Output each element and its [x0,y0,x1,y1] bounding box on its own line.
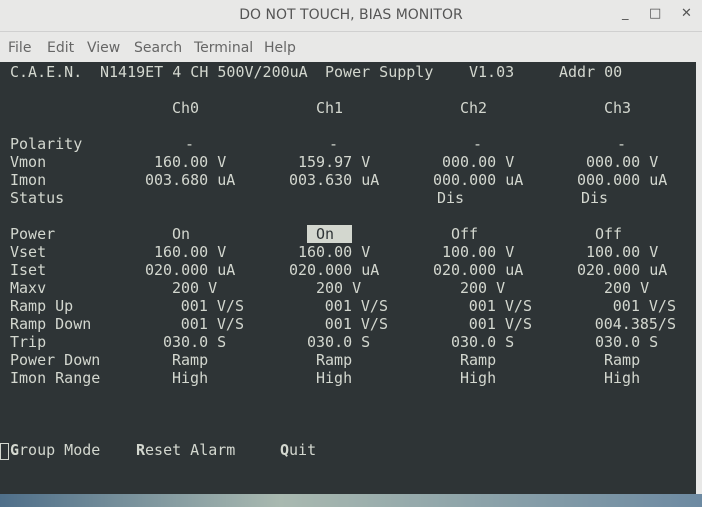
row-label: Vset [10,243,47,261]
cell-value[interactable]: High [604,369,640,387]
cell-value[interactable]: 003.680 uA [145,171,235,189]
channel-header-1: Ch1 [316,99,344,117]
cell-value[interactable]: Ramp [604,351,640,369]
row-label: Polarity [10,135,83,153]
channel-header-3: Ch3 [604,99,632,117]
cell-value[interactable]: 000.000 uA [433,171,523,189]
header-maker: C.A.E.N. [10,63,83,81]
cell-value[interactable]: 160.00 V [298,243,370,261]
minimize-button[interactable]: _ [622,6,629,21]
cell-value[interactable]: 030.0 S [307,333,370,351]
cell-value[interactable]: 160.00 V [154,243,226,261]
cell-value[interactable]: 020.000 uA [289,261,379,279]
menu-terminal[interactable]: Terminal [194,40,253,56]
cell-value[interactable]: 000.000 uA [577,171,667,189]
cell-value[interactable]: High [172,369,208,387]
terminal-cursor [0,443,9,460]
cell-value[interactable]: 001 V/S [325,315,388,333]
row-label: Imon [10,171,47,189]
cell-value[interactable]: 020.000 uA [433,261,523,279]
terminal[interactable]: C.A.E.N. N1419ET 4 CH 500V/200uA Power S… [0,62,696,494]
row-label: Maxv [10,279,47,297]
cell-value[interactable]: Dis [437,189,464,207]
command-quit[interactable]: Quit [280,441,316,459]
cell-value[interactable]: 030.0 S [163,333,226,351]
scrollbar[interactable] [696,62,702,494]
selected-cell[interactable]: On [307,225,353,243]
title-bar: DO NOT TOUCH, BIAS MONITOR _ □ ✕ [0,0,702,32]
header-product: Power Supply [325,63,434,81]
cell-value[interactable]: 030.0 S [595,333,658,351]
cell-value[interactable]: High [460,369,496,387]
cell-value[interactable]: High [316,369,352,387]
cell-value[interactable]: - [473,135,482,153]
row-label: Trip [10,333,47,351]
cell-value[interactable]: 160.00 V [154,153,226,171]
cell-value[interactable]: 200 V [460,279,505,297]
channel-header-2: Ch2 [460,99,488,117]
cell-value[interactable]: 004.385/S [595,315,676,333]
cell-value[interactable]: 001 V/S [469,297,532,315]
window-title: DO NOT TOUCH, BIAS MONITOR [239,7,463,23]
header-model: N1419ET 4 CH 500V/200uA [100,63,308,81]
cell-value[interactable]: 001 V/S [613,297,676,315]
cell-value[interactable]: - [185,135,194,153]
menu-help[interactable]: Help [264,40,296,56]
header-version: V1.03 [469,63,515,81]
cell-value[interactable]: Off [451,225,478,243]
cell-value[interactable]: 001 V/S [181,297,244,315]
cell-value[interactable]: 020.000 uA [145,261,235,279]
row-label: Power Down [10,351,101,369]
cell-value[interactable]: 020.000 uA [577,261,667,279]
row-label: Ramp Down [10,315,92,333]
cell-value[interactable]: 200 V [172,279,217,297]
menu-bar: File Edit View Search Terminal Help [0,32,702,62]
cell-value[interactable]: - [617,135,626,153]
cell-value[interactable]: 030.0 S [451,333,514,351]
cell-value[interactable]: 100.00 V [586,243,658,261]
cell-value[interactable]: 000.00 V [586,153,658,171]
header-addr: Addr 00 [559,63,623,81]
menu-file[interactable]: File [8,40,31,56]
command-reset-alarm[interactable]: Reset Alarm [136,441,235,459]
row-label: Vmon [10,153,47,171]
cell-value[interactable]: Ramp [460,351,496,369]
cell-value[interactable]: Ramp [172,351,208,369]
desktop-background [0,494,702,507]
command-group-mode[interactable]: Group Mode [10,441,100,459]
menu-edit[interactable]: Edit [47,40,74,56]
cell-value[interactable]: - [329,135,338,153]
channel-header-0: Ch0 [172,99,200,117]
cell-value[interactable]: 001 V/S [469,315,532,333]
cell-value[interactable]: 003.630 uA [289,171,379,189]
row-label: Ramp Up [10,297,74,315]
cell-value[interactable]: On [172,225,190,243]
maximize-button[interactable]: □ [649,6,661,21]
cell-value[interactable]: 000.00 V [442,153,514,171]
row-label: Power [10,225,56,243]
cell-value[interactable]: 100.00 V [442,243,514,261]
cell-value[interactable]: 159.97 V [298,153,370,171]
menu-view[interactable]: View [87,40,120,56]
row-label: Status [10,189,65,207]
cell-value[interactable]: Dis [581,189,608,207]
cell-value[interactable]: Off [595,225,622,243]
cell-value[interactable]: 001 V/S [325,297,388,315]
cell-value[interactable]: 001 V/S [181,315,244,333]
menu-search[interactable]: Search [134,40,182,56]
cell-value[interactable]: Ramp [316,351,352,369]
row-label: Imon Range [10,369,101,387]
cell-value[interactable]: 200 V [316,279,361,297]
cell-value[interactable]: 200 V [604,279,649,297]
close-button[interactable]: ✕ [681,6,692,21]
row-label: Iset [10,261,47,279]
